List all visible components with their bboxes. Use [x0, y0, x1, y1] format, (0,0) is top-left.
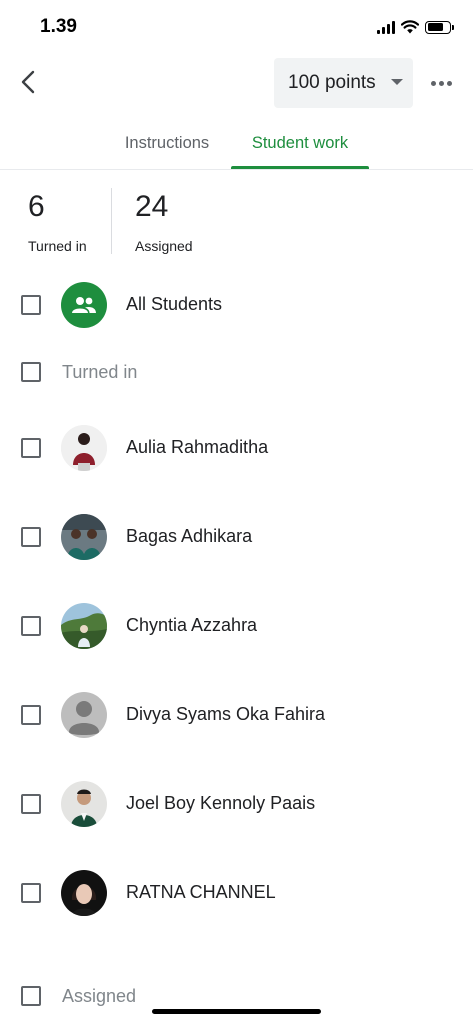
student-name: Chyntia Azzahra	[126, 615, 258, 635]
student-row[interactable]: RATNA CHANNEL	[0, 869, 473, 917]
battery-icon	[425, 20, 454, 34]
assigned-section-checkbox[interactable]	[21, 986, 41, 1006]
dropdown-arrow-icon	[391, 79, 403, 85]
all-students-row[interactable]: All Students	[0, 281, 473, 329]
status-icons	[377, 20, 454, 34]
student-row[interactable]: Chyntia Azzahra	[0, 602, 473, 650]
default-avatar	[61, 692, 107, 738]
student-name: Bagas Adhikara	[126, 526, 253, 546]
tab-bar: Instructions Student work	[0, 118, 473, 170]
points-dropdown[interactable]: 100 points	[274, 58, 413, 108]
student-avatar	[61, 514, 107, 560]
student-photo	[61, 425, 107, 471]
more-options-button[interactable]	[427, 70, 455, 96]
active-tab-indicator	[231, 166, 369, 169]
turned-in-section-checkbox[interactable]	[21, 362, 41, 382]
submission-summary: 6 Turned in 24 Assigned	[0, 170, 473, 270]
tab-student-work[interactable]: Student work	[231, 118, 369, 169]
top-app-bar: 100 points	[0, 58, 473, 108]
group-avatar	[61, 282, 107, 328]
all-students-checkbox[interactable]	[21, 295, 41, 315]
student-row[interactable]: Divya Syams Oka Fahira	[0, 691, 473, 739]
turned-in-count: 6	[28, 190, 45, 223]
student-checkbox[interactable]	[21, 883, 41, 903]
more-dots-icon	[430, 80, 436, 86]
all-students-label: All Students	[126, 294, 223, 314]
student-name: Joel Boy Kennoly Paais	[126, 793, 316, 813]
turned-in-section-label: Turned in	[62, 362, 138, 382]
student-checkbox[interactable]	[21, 438, 41, 458]
student-avatar	[61, 425, 107, 471]
student-checkbox[interactable]	[21, 705, 41, 725]
wifi-icon	[401, 20, 419, 34]
cellular-signal-icon	[377, 20, 395, 34]
assigned-count-label: Assigned	[135, 238, 193, 254]
chevron-left-icon	[21, 70, 35, 94]
student-name: Aulia Rahmaditha	[126, 437, 269, 457]
student-photo	[61, 781, 107, 827]
points-label: 100 points	[288, 72, 376, 93]
student-checkbox[interactable]	[21, 616, 41, 636]
back-button[interactable]	[14, 68, 42, 96]
student-row[interactable]: Aulia Rahmaditha	[0, 424, 473, 472]
status-time: 1.39	[40, 16, 77, 37]
assigned-count: 24	[135, 190, 169, 223]
student-photo	[61, 514, 107, 560]
student-name: Divya Syams Oka Fahira	[126, 704, 326, 724]
student-checkbox[interactable]	[21, 527, 41, 547]
student-avatar	[61, 870, 107, 916]
status-bar: 1.39	[0, 0, 473, 56]
assigned-section-label: Assigned	[62, 986, 137, 1006]
student-row[interactable]: Bagas Adhikara	[0, 513, 473, 561]
summary-divider	[111, 188, 112, 254]
student-name: RATNA CHANNEL	[126, 882, 276, 902]
student-row[interactable]: Joel Boy Kennoly Paais	[0, 780, 473, 828]
group-icon	[72, 297, 96, 313]
tab-instructions[interactable]: Instructions	[103, 118, 231, 169]
home-indicator[interactable]	[152, 1009, 321, 1014]
student-photo	[61, 603, 107, 649]
person-placeholder-icon	[69, 701, 99, 735]
student-photo	[61, 870, 107, 916]
student-checkbox[interactable]	[21, 794, 41, 814]
turned-in-count-label: Turned in	[28, 238, 87, 254]
turned-in-section-row: Turned in	[0, 350, 473, 394]
student-avatar	[61, 603, 107, 649]
student-avatar	[61, 781, 107, 827]
